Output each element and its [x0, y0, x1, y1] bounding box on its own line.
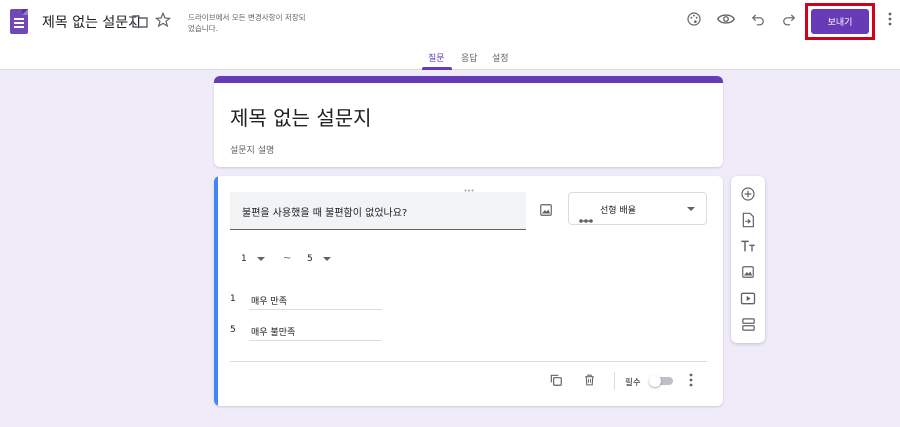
question-input[interactable]: 불편을 사용했을 때 불편함이 없었나요?: [230, 192, 526, 230]
chevron-down-icon[interactable]: [323, 257, 331, 261]
question-type-select[interactable]: 선형 배율: [568, 192, 707, 225]
form-title-card[interactable]: 제목 없는 설문지 설문지 설명: [214, 76, 723, 167]
app-header: 제목 없는 설문지 드라이브에서 모든 변경사항이 저장되었습니다. 보내기 질…: [0, 0, 900, 70]
document-title[interactable]: 제목 없는 설문지: [42, 12, 141, 32]
question-text: 불편을 사용했을 때 불편함이 없었나요?: [242, 208, 408, 219]
add-image-icon[interactable]: [536, 200, 556, 220]
form-description[interactable]: 설문지 설명: [230, 143, 274, 156]
scale-label-number: 1: [230, 294, 236, 304]
linear-scale-icon: [579, 208, 593, 223]
redo-icon[interactable]: [779, 9, 799, 29]
add-image-icon[interactable]: [738, 262, 758, 282]
forms-logo-icon[interactable]: [10, 9, 28, 34]
chevron-down-icon[interactable]: [257, 257, 265, 261]
question-card[interactable]: 불편을 사용했을 때 불편함이 없었나요? 선형 배율 1 ~ 5 1 매우 만…: [214, 176, 723, 406]
scale-label-row: 5 매우 불만족: [230, 321, 384, 341]
add-section-icon[interactable]: [738, 314, 758, 334]
add-title-icon[interactable]: [738, 236, 758, 256]
import-questions-icon[interactable]: [738, 210, 758, 230]
scale-min-select[interactable]: 1: [241, 254, 247, 264]
required-label: 필수: [625, 378, 641, 388]
scale-label-number: 5: [230, 325, 236, 335]
scale-label-text: 매우 불만족: [251, 328, 296, 338]
active-tab-indicator: [422, 67, 452, 70]
scale-label-text: 매우 만족: [251, 297, 287, 307]
palette-icon[interactable]: [684, 9, 704, 29]
drag-handle-icon[interactable]: [464, 180, 474, 195]
scale-label-row: 1 매우 만족: [230, 290, 384, 310]
card-divider: [230, 361, 707, 362]
required-toggle[interactable]: [649, 375, 675, 387]
add-question-icon[interactable]: [738, 184, 758, 204]
tab-responses[interactable]: 응답: [461, 51, 478, 64]
more-vert-icon[interactable]: [683, 372, 699, 388]
form-title[interactable]: 제목 없는 설문지: [230, 102, 372, 131]
star-icon[interactable]: [153, 10, 173, 30]
tab-settings[interactable]: 설정: [492, 51, 509, 64]
send-button-highlight: 보내기: [805, 3, 875, 40]
floating-toolbar: [731, 176, 765, 343]
send-button[interactable]: 보내기: [811, 9, 869, 34]
tab-bar: 질문 응답 설정: [0, 46, 900, 70]
chevron-down-icon: [687, 207, 695, 211]
folder-icon[interactable]: [130, 11, 150, 31]
scale-label-input[interactable]: 매우 불만족: [249, 321, 382, 341]
add-video-icon[interactable]: [738, 288, 758, 308]
tab-questions[interactable]: 질문: [428, 51, 445, 64]
more-vert-icon[interactable]: [880, 9, 900, 29]
delete-icon[interactable]: [581, 372, 597, 388]
range-separator: ~: [283, 253, 292, 264]
scale-label-input[interactable]: 매우 만족: [249, 290, 382, 310]
save-status: 드라이브에서 모든 변경사항이 저장되었습니다.: [188, 13, 306, 33]
scale-max-select[interactable]: 5: [307, 254, 313, 264]
preview-icon[interactable]: [716, 9, 736, 29]
footer-separator: [614, 372, 615, 390]
undo-icon[interactable]: [748, 9, 768, 29]
question-type-label: 선형 배율: [600, 206, 636, 216]
duplicate-icon[interactable]: [548, 372, 564, 388]
active-card-indicator: [214, 176, 218, 406]
